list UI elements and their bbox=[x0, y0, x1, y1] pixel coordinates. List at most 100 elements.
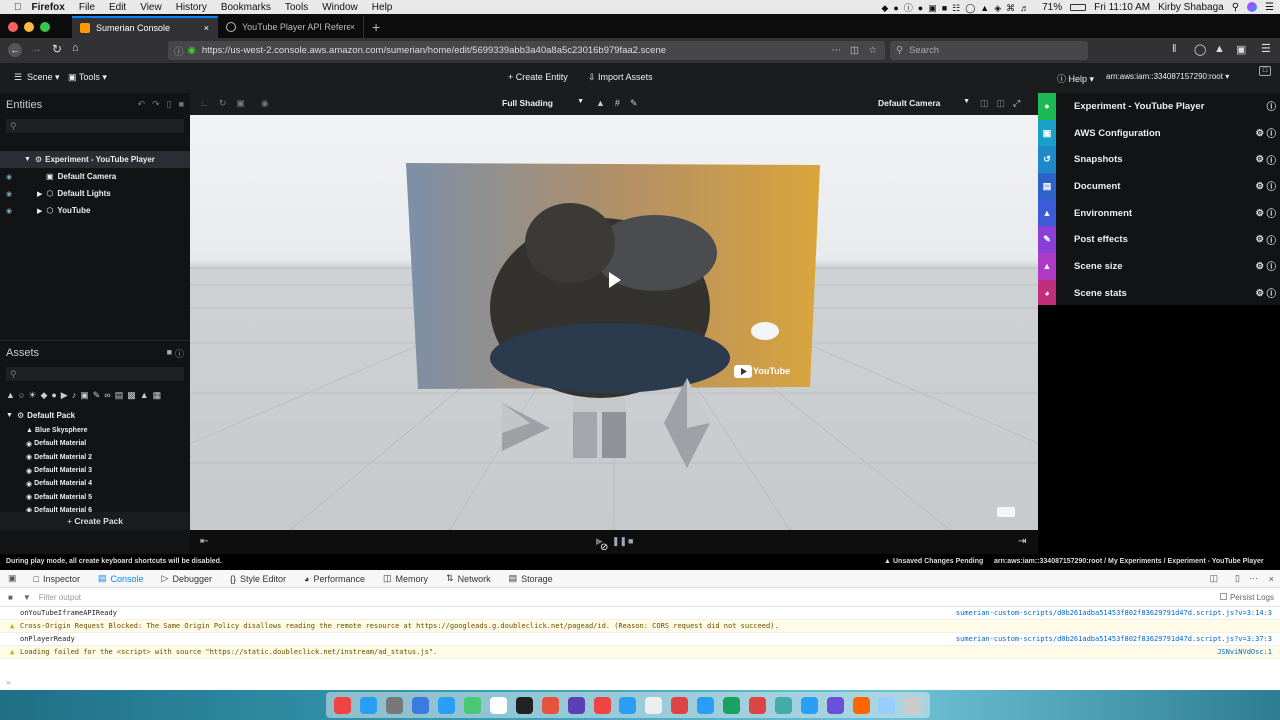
collapse-right-icon[interactable]: ⇥ bbox=[1018, 536, 1026, 547]
info-icon[interactable]: ⓘ bbox=[174, 44, 184, 58]
visibility-eye-icon[interactable]: ◉ bbox=[6, 190, 12, 198]
close-devtools-icon[interactable]: × bbox=[1269, 574, 1274, 584]
dock-app-icon[interactable] bbox=[878, 696, 896, 714]
menu-edit[interactable]: Edit bbox=[109, 2, 126, 13]
shading-dropdown[interactable]: Full Shading ▼ bbox=[502, 98, 584, 108]
tab-storage[interactable]: ▤ Storage bbox=[500, 573, 562, 584]
home-icon[interactable]: ⌂ bbox=[72, 42, 79, 54]
dock-app-icon[interactable] bbox=[567, 696, 585, 714]
hamburger-menu-icon[interactable]: ☰ bbox=[1261, 42, 1271, 55]
status-icons[interactable]: ◆●ⓘ●▣■☷◯▲◈⌘♬ bbox=[881, 1, 1034, 14]
trash-icon[interactable]: ■ bbox=[179, 99, 184, 110]
create-pack-button[interactable]: + Create Pack bbox=[0, 512, 190, 530]
tab-debugger[interactable]: ▷ Debugger bbox=[153, 573, 221, 584]
new-tab-button[interactable]: + bbox=[364, 16, 388, 38]
menu-window[interactable]: Window bbox=[322, 2, 358, 13]
folder-icon[interactable]: ■ bbox=[167, 347, 172, 357]
dock-app-icon[interactable] bbox=[904, 696, 922, 714]
scene-viewport[interactable]: YouTube bbox=[190, 93, 1038, 530]
menu-view[interactable]: View bbox=[140, 2, 162, 13]
assets-search-input[interactable]: ⚲ bbox=[6, 367, 184, 381]
dock-app-icon[interactable] bbox=[852, 696, 870, 714]
help-icon[interactable]: ⓘ bbox=[1266, 259, 1276, 273]
asset-item[interactable]: ◉ Default Material 5 bbox=[0, 490, 190, 503]
notifications-icon[interactable]: □ bbox=[1259, 66, 1271, 76]
dock-app-icon[interactable] bbox=[645, 696, 663, 714]
tools-menu[interactable]: ▣ Tools ▾ bbox=[68, 72, 107, 83]
gear-icon[interactable]: ⚙ bbox=[1255, 208, 1264, 219]
duplicate-icon[interactable]: ▯ bbox=[167, 99, 172, 110]
gear-icon[interactable]: ⚙ bbox=[1255, 261, 1264, 272]
gear-icon[interactable]: ⚙ bbox=[1255, 181, 1264, 192]
filter-state-icon[interactable]: ▩ bbox=[127, 390, 136, 401]
expand-chevron-icon[interactable]: ▼ bbox=[24, 156, 31, 163]
help-icon[interactable]: ⓘ bbox=[1266, 206, 1276, 220]
console-line-warning[interactable]: ▲ Loading failed for the <script> with s… bbox=[0, 646, 1280, 659]
menu-file[interactable]: File bbox=[79, 2, 95, 13]
help-icon[interactable]: ⓘ bbox=[1266, 286, 1276, 300]
visibility-eye-icon[interactable]: ◉ bbox=[6, 207, 12, 215]
pocket-icon[interactable]: ◫ bbox=[850, 45, 859, 56]
console-source-link[interactable]: sumerian-custom-scripts/d0b261adba51453f… bbox=[956, 635, 1272, 643]
camera-dropdown[interactable]: Default Camera ▼ bbox=[878, 98, 970, 108]
entity-row-default-lights[interactable]: ◉ ▶ ⬡ Default Lights bbox=[0, 185, 190, 202]
filter-entity-icon[interactable]: ▲ bbox=[140, 390, 149, 400]
persist-logs-checkbox[interactable]: Persist Logs bbox=[1219, 592, 1274, 602]
stop-button-icon[interactable]: ■ bbox=[628, 536, 633, 546]
console-line[interactable]: onPlayerReady sumerian-custom-scripts/d0… bbox=[0, 633, 1280, 646]
gear-icon[interactable]: ⚙ bbox=[1255, 128, 1264, 139]
lighting-icon[interactable]: ▲ bbox=[596, 98, 605, 109]
sync-icon[interactable]: ◯ bbox=[1194, 43, 1206, 56]
dock-app-icon[interactable] bbox=[619, 696, 637, 714]
collapse-left-icon[interactable]: ⇤ bbox=[200, 536, 208, 547]
filter-script-icon[interactable]: ✎ bbox=[93, 390, 101, 401]
help-icon[interactable]: ⓘ bbox=[1266, 99, 1276, 113]
dock-app-icon[interactable] bbox=[826, 696, 844, 714]
dock-app-icon[interactable] bbox=[386, 696, 404, 714]
extension-icon[interactable]: ▲ bbox=[1214, 43, 1225, 55]
tab-style-editor[interactable]: {} Style Editor bbox=[221, 574, 295, 584]
entity-row-experiment[interactable]: ▼ ⚙ Experiment - YouTube Player bbox=[0, 151, 190, 168]
tab-network[interactable]: ⇅ Network bbox=[437, 573, 500, 584]
dock-app-icon[interactable] bbox=[671, 696, 689, 714]
minimize-window-button[interactable] bbox=[24, 22, 34, 32]
more-options-icon[interactable]: ⋯ bbox=[1249, 573, 1258, 584]
filter-link-icon[interactable]: ∞ bbox=[104, 390, 110, 400]
filter-anim-icon[interactable]: ▶ bbox=[61, 390, 68, 401]
help-icon[interactable]: ⓘ bbox=[1266, 153, 1276, 167]
dock-app-icon[interactable] bbox=[593, 696, 611, 714]
expand-chevron-icon[interactable]: ▶ bbox=[37, 207, 42, 215]
page-actions-icon[interactable]: ⋯ bbox=[832, 45, 842, 56]
bookmark-star-icon[interactable]: ☆ bbox=[868, 45, 877, 56]
filter-other-icon[interactable]: ▦ bbox=[153, 390, 162, 401]
element-picker-icon[interactable]: ▣ bbox=[0, 573, 25, 584]
dock-app-icon[interactable] bbox=[334, 696, 352, 714]
forward-icon[interactable]: → bbox=[31, 43, 42, 55]
dock-app-icon[interactable] bbox=[412, 696, 430, 714]
dock-app-icon[interactable] bbox=[774, 696, 792, 714]
split-icon-2[interactable]: ◫ bbox=[997, 98, 1006, 109]
clock[interactable]: Fri 11:10 AM bbox=[1094, 2, 1150, 13]
user-name[interactable]: Kirby Shabaga bbox=[1158, 2, 1224, 13]
breadcrumb[interactable]: arn:aws:iam::334087157290:root / My Expe… bbox=[994, 558, 1264, 565]
create-entity-button[interactable]: + Create Entity bbox=[508, 72, 568, 82]
reload-icon[interactable]: ↻ bbox=[52, 42, 62, 56]
help-menu[interactable]: ⓘ Help ▾ bbox=[1057, 72, 1094, 85]
inspector-row-experiment[interactable]: ● Experiment - YouTube Player ⓘ bbox=[1038, 93, 1280, 120]
help-icon[interactable]: ⓘ bbox=[1266, 233, 1276, 247]
expand-chevron-icon[interactable]: ▼ bbox=[6, 412, 13, 419]
app-menu[interactable]: Firefox bbox=[32, 2, 65, 13]
apple-icon[interactable]:  bbox=[14, 2, 22, 13]
filter-doc-icon[interactable]: ▤ bbox=[115, 390, 124, 401]
gear-icon[interactable]: ⚙ bbox=[1255, 154, 1264, 165]
dock-app-icon[interactable] bbox=[748, 696, 766, 714]
console-source-link[interactable]: JSNviNVdOsc:1 bbox=[1217, 648, 1272, 656]
dock-app-icon[interactable] bbox=[489, 696, 507, 714]
console-line-warning[interactable]: ▲ Cross-Origin Request Blocked: The Same… bbox=[0, 620, 1280, 633]
console-filter-input[interactable]: Filter output bbox=[39, 593, 81, 602]
scene-menu[interactable]: Scene ▾ bbox=[27, 72, 60, 83]
close-tab-icon[interactable]: × bbox=[204, 23, 209, 33]
dock-app-icon[interactable] bbox=[697, 696, 715, 714]
entities-search-input[interactable]: ⚲ bbox=[6, 119, 184, 133]
back-icon[interactable]: ← bbox=[8, 43, 22, 57]
